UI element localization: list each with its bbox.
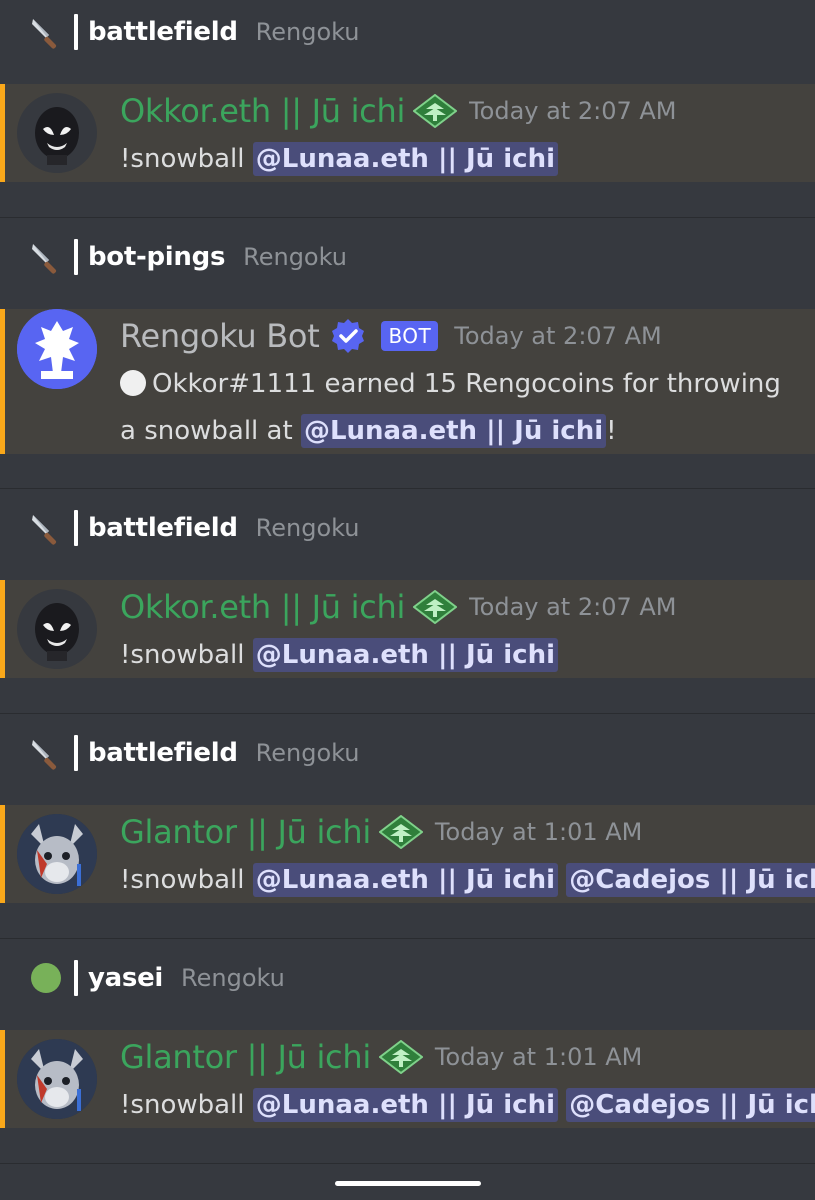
bonsai-icon [412,93,458,129]
username[interactable]: Glantor || Jū ichi [120,813,371,851]
message-content: !snowball @Lunaa.eth || Jū ichi [120,142,558,176]
message[interactable]: Glantor || Jū ichi Today at 1:01 AM !sno… [0,805,815,903]
server-name: Rengoku [255,18,360,46]
message-content: a snowball at @Lunaa.eth || Jū ichi! [120,414,617,448]
server-name: Rengoku [243,243,347,271]
message-content: !snowball @Lunaa.eth || Jū ichi @Cadejos… [120,863,815,897]
message-text: !snowball [120,1090,253,1120]
channel-divider-bar [74,735,78,771]
username[interactable]: Glantor || Jū ichi [120,1038,371,1076]
divider [0,488,815,489]
channel-divider-bar [74,14,78,50]
bot-username[interactable]: Rengoku Bot [120,317,320,355]
message-content: !snowball @Lunaa.eth || Jū ichi [120,638,558,672]
channel-name: bot-pings [88,242,226,272]
user-mention[interactable]: @Cadejos || Jū ichi [566,1088,815,1122]
home-indicator[interactable] [335,1181,481,1186]
bonsai-icon [378,814,424,850]
channel-header[interactable]: battlefield Rengoku [28,508,360,548]
venom-avatar[interactable] [17,93,97,173]
channel-divider-bar [74,960,78,996]
server-name: Rengoku [255,514,360,542]
channel-header[interactable]: battlefield Rengoku [28,733,360,773]
user-mention[interactable]: @Lunaa.eth || Jū ichi [252,638,558,672]
message-content: Okkor#1111 earned 15 Rengocoins for thro… [120,369,781,399]
channel-divider-bar [74,510,78,546]
channel-name: battlefield [88,738,238,768]
message-text: !snowball [120,865,253,895]
server-name: Rengoku [181,964,285,992]
channel-name: battlefield [88,513,238,543]
message-text: ! [606,416,617,446]
user-mention[interactable]: @Lunaa.eth || Jū ichi [252,142,558,176]
message-content: !snowball @Lunaa.eth || Jū ichi @Cadejos… [120,1088,815,1122]
message[interactable]: Okkor.eth || Jū ichi Today at 2:07 AM !s… [0,580,815,678]
wolf-avatar[interactable] [17,814,97,894]
knife-icon [28,239,64,275]
message-text: !snowball [120,144,253,174]
timestamp: Today at 2:07 AM [469,97,677,125]
bonsai-icon [378,1039,424,1075]
message-text: !snowball [120,640,253,670]
knife-icon [28,735,64,771]
server-name: Rengoku [255,739,360,767]
message-text: a snowball at [120,416,301,446]
knife-icon [28,14,64,50]
timestamp: Today at 1:01 AM [434,1043,643,1071]
rengoku-bot-avatar[interactable] [17,309,97,389]
channel-header[interactable]: yasei Rengoku [28,958,285,998]
timestamp: Today at 1:01 AM [434,818,643,846]
username[interactable]: Okkor.eth || Jū ichi [120,588,405,626]
green-circle-icon [28,960,64,996]
divider [0,217,815,218]
bonsai-icon [412,589,458,625]
venom-avatar[interactable] [17,589,97,669]
divider [0,713,815,714]
message[interactable]: Glantor || Jū ichi Today at 1:01 AM !sno… [0,1030,815,1128]
channel-header[interactable]: bot-pings Rengoku [28,237,347,277]
user-mention[interactable]: @Cadejos || Jū ichi [566,863,815,897]
user-mention[interactable]: @Lunaa.eth || Jū ichi [300,414,607,448]
timestamp: Today at 2:07 AM [454,322,662,350]
username[interactable]: Okkor.eth || Jū ichi [120,92,405,130]
knife-icon [28,510,64,546]
channel-divider-bar [74,239,78,275]
channel-header[interactable]: battlefield Rengoku [28,12,360,52]
white-circle-icon [120,370,146,396]
user-mention[interactable]: @Lunaa.eth || Jū ichi [252,863,558,897]
bot-tag: BOT [381,321,439,351]
message-text: Okkor#1111 earned 15 Rengocoins for thro… [152,369,781,399]
verified-badge-icon [329,317,367,355]
timestamp: Today at 2:07 AM [469,593,677,621]
user-mention[interactable]: @Lunaa.eth || Jū ichi [252,1088,558,1122]
divider [0,1163,815,1164]
divider [0,938,815,939]
message[interactable]: Okkor.eth || Jū ichi Today at 2:07 AM !s… [0,84,815,182]
wolf-avatar[interactable] [17,1039,97,1119]
channel-name: yasei [88,963,164,993]
message[interactable]: Rengoku Bot BOT Today at 2:07 AM Okkor#1… [0,309,815,454]
channel-name: battlefield [88,17,238,47]
